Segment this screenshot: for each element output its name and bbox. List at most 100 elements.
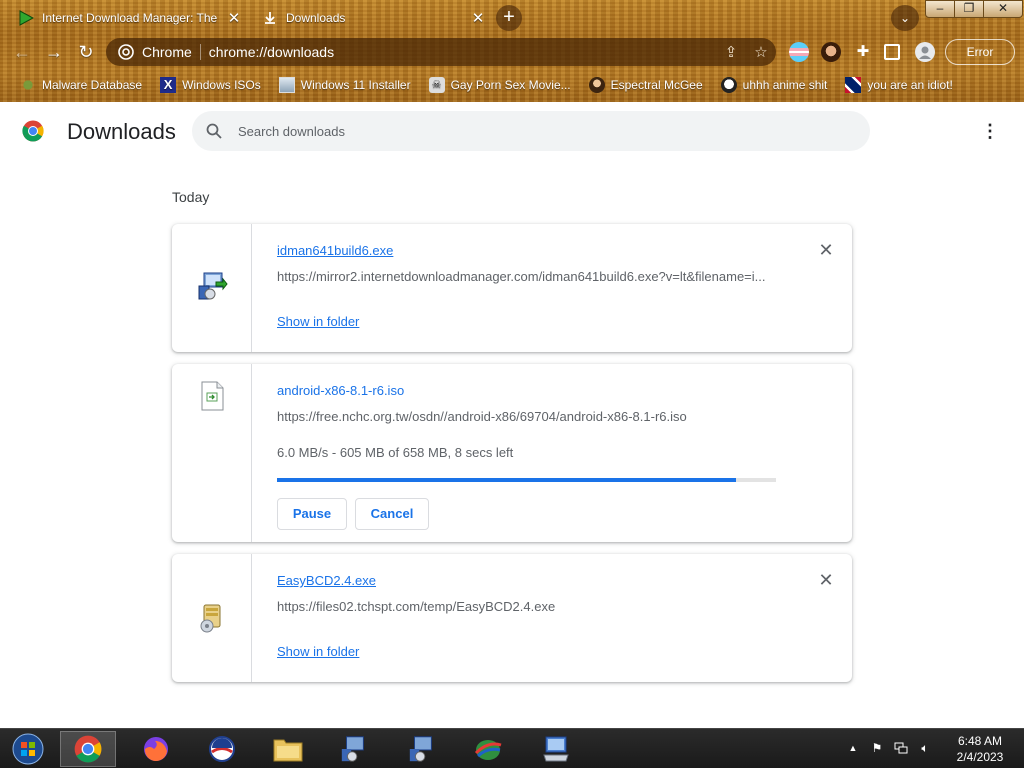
bookmark-label: you are an idiot! (867, 78, 953, 92)
close-tab-icon[interactable]: ✕ (224, 9, 244, 27)
tab-idm[interactable]: Internet Download Manager: The ✕ (8, 4, 244, 32)
show-in-folder-link[interactable]: Show in folder (277, 314, 359, 329)
separator (199, 44, 201, 60)
network-icon[interactable] (894, 741, 908, 755)
browser-frame: Internet Download Manager: The ✕ Downloa… (0, 0, 1024, 102)
page-title: Downloads (67, 119, 176, 144)
tab-search-button[interactable]: ⌄ (891, 5, 919, 31)
folder-icon (273, 739, 303, 762)
chrome-logo-icon (22, 120, 44, 142)
flag-icon (845, 77, 862, 93)
search-input[interactable] (238, 123, 798, 139)
taskbar-installer-1[interactable] (326, 731, 382, 767)
profile-error-button[interactable]: Error (945, 39, 1015, 65)
search-box[interactable] (192, 111, 870, 151)
search-icon (206, 123, 222, 139)
source-url[interactable]: https://free.nchc.org.tw/osdn//android-x… (277, 409, 777, 424)
side-panel-icon[interactable] (884, 44, 900, 60)
bookmark-item[interactable]: ☠ Gay Porn Sex Movie... (428, 77, 571, 93)
close-tab-icon[interactable]: ✕ (468, 9, 488, 27)
source-url[interactable]: https://mirror2.internetdownloadmanager.… (277, 269, 777, 284)
anime-icon (720, 77, 737, 93)
skull-icon: ☠ (428, 77, 445, 93)
download-item: android-x86-8.1-r6.iso https://free.nchc… (172, 364, 852, 542)
idm-globe-icon (474, 740, 502, 760)
pause-button[interactable]: Pause (277, 498, 347, 530)
taskbar-obama[interactable] (194, 731, 250, 767)
tab-downloads[interactable]: Downloads ✕ (252, 4, 488, 32)
url-text[interactable]: chrome://downloads (209, 44, 716, 60)
remove-item-icon[interactable]: ✕ (816, 570, 836, 590)
bookmark-item[interactable]: you are an idiot! (845, 77, 953, 93)
action-center-flag-icon[interactable]: ⚑ (870, 741, 884, 755)
show-in-folder-link[interactable]: Show in folder (277, 644, 359, 659)
start-button[interactable] (0, 731, 56, 767)
extension-avatar-icon[interactable] (821, 42, 841, 62)
taskbar-installer-2[interactable] (394, 731, 450, 767)
address-bar[interactable]: Chrome chrome://downloads ⇪ ☆ (106, 38, 776, 66)
bookmark-item[interactable]: Espectral McGee (588, 77, 703, 93)
bookmark-label: uhhh anime shit (742, 78, 828, 92)
start-orb-icon (12, 733, 44, 765)
taskbar-computer[interactable] (528, 731, 584, 767)
close-window-button[interactable]: ✕ (983, 0, 1023, 18)
downloads-toolbar: Downloads ⋮ (0, 102, 1024, 160)
bookmark-star-icon[interactable]: ☆ (746, 43, 776, 61)
reload-button[interactable]: ↻ (74, 40, 98, 64)
bookmark-item[interactable]: uhhh anime shit (720, 77, 828, 93)
leaf-icon (20, 77, 36, 93)
maximize-button[interactable]: ❐ (954, 0, 984, 18)
download-progress-bar (277, 478, 776, 482)
tab-title: Internet Download Manager: The (42, 11, 218, 25)
character-icon (588, 77, 605, 93)
bookmark-item[interactable]: X Windows ISOs (160, 77, 261, 93)
installer-icon (409, 736, 432, 762)
new-tab-button[interactable]: + (496, 5, 522, 31)
idm-play-icon (19, 10, 34, 26)
download-icon (265, 12, 275, 24)
file-icon-column (172, 364, 252, 542)
share-icon[interactable]: ⇪ (716, 43, 746, 61)
easybcd-app-icon (200, 604, 221, 633)
taskbar-chrome[interactable] (60, 731, 116, 767)
x-icon: X (160, 77, 177, 93)
date-group-label: Today (172, 189, 210, 205)
progress-fill (277, 478, 737, 482)
bookmark-item[interactable]: Windows 11 Installer (278, 77, 411, 93)
clock[interactable]: 6:48 AM 2/4/2023 (942, 733, 1018, 765)
installer-icon (341, 736, 364, 762)
filename-link[interactable]: idman641build6.exe (277, 243, 393, 258)
filename-text: android-x86-8.1-r6.iso (277, 383, 405, 398)
clock-time: 6:48 AM (957, 734, 1003, 748)
bookmark-item[interactable]: Malware Database (20, 77, 142, 93)
forward-button[interactable]: → (42, 40, 66, 64)
taskbar: ▲ ⚑ 🔈︎ 6:48 AM 2/4/2023 (0, 728, 1024, 768)
profile-avatar-icon[interactable] (915, 42, 935, 62)
installer-file-icon (198, 272, 228, 300)
remove-item-icon[interactable]: ✕ (816, 240, 836, 260)
file-icon-column (172, 224, 252, 352)
back-button[interactable]: ← (10, 40, 34, 64)
cancel-button[interactable]: Cancel (355, 498, 429, 530)
bookmark-label: Malware Database (42, 78, 143, 92)
bookmark-label: Espectral McGee (610, 78, 703, 92)
chrome-icon (74, 735, 102, 763)
file-icon-column (172, 554, 252, 682)
computer-icon (543, 736, 569, 762)
taskbar-explorer[interactable] (260, 731, 316, 767)
bookmark-label: Windows 11 Installer (300, 78, 411, 92)
clock-date: 2/4/2023 (956, 750, 1004, 764)
extensions-puzzle-icon[interactable]: ✚ (853, 42, 873, 62)
minimize-button[interactable]: – (925, 0, 955, 18)
download-item: EasyBCD2.4.exe https://files02.tchspt.co… (172, 554, 852, 682)
omnibox-label: Chrome (142, 44, 192, 60)
source-url[interactable]: https://files02.tchspt.com/temp/EasyBCD2… (277, 599, 777, 614)
extension-flag-icon[interactable] (789, 42, 809, 62)
taskbar-idm[interactable] (460, 731, 516, 767)
filename-link[interactable]: EasyBCD2.4.exe (277, 573, 376, 588)
taskbar-firefox[interactable] (128, 731, 184, 767)
volume-icon[interactable]: 🔈︎ (918, 741, 932, 755)
bookmark-label: Windows ISOs (182, 78, 261, 92)
more-options-icon[interactable]: ⋮ (980, 120, 1000, 144)
tray-overflow-icon[interactable]: ▲ (846, 741, 860, 755)
